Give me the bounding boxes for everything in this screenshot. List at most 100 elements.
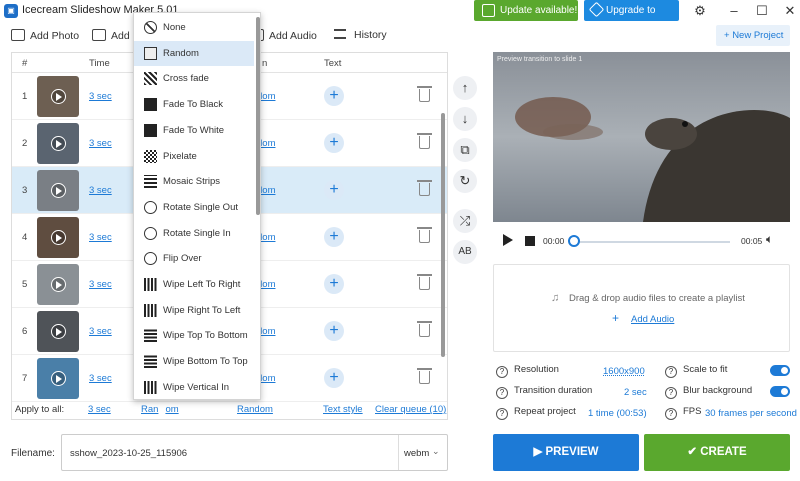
seek-handle[interactable] xyxy=(568,235,580,247)
slide-time-link[interactable]: 3 sec xyxy=(89,185,112,196)
shuffle-button[interactable]: ⤮ xyxy=(453,209,477,233)
add-folder-button[interactable]: Add F xyxy=(92,29,139,42)
dropdown-item[interactable]: Wipe Left To Right xyxy=(134,272,254,297)
trash-icon[interactable] xyxy=(417,368,432,384)
trash-icon[interactable] xyxy=(417,274,432,290)
filename-input[interactable]: sshow_2023-10-25_115906 xyxy=(70,448,187,459)
trash-icon[interactable] xyxy=(417,86,432,102)
text-style-link[interactable]: Text style xyxy=(323,404,363,415)
help-icon[interactable]: ? xyxy=(496,387,508,399)
format-select[interactable]: webm xyxy=(404,448,429,459)
add-text-plus-icon[interactable]: + xyxy=(324,274,344,294)
slide-time-link[interactable]: 3 sec xyxy=(89,91,112,102)
play-circle-icon[interactable] xyxy=(51,136,66,151)
slide-time-link[interactable]: 3 sec xyxy=(89,373,112,384)
apply-to-all-label: Apply to all: xyxy=(15,404,65,415)
play-icon[interactable] xyxy=(503,234,513,246)
crop-button[interactable]: ⧉ xyxy=(453,138,477,162)
apply-random-link[interactable]: Random xyxy=(237,404,273,415)
seek-track[interactable] xyxy=(570,241,730,243)
minimize-button[interactable]: – xyxy=(724,3,744,18)
help-icon[interactable]: ? xyxy=(496,366,508,378)
help-icon[interactable]: ? xyxy=(665,408,677,420)
settings-gear-icon[interactable]: ⚙ xyxy=(690,3,710,19)
play-circle-icon[interactable] xyxy=(51,89,66,104)
play-circle-icon[interactable] xyxy=(51,230,66,245)
apply-time-link[interactable]: 3 sec xyxy=(88,404,111,415)
dropdown-item[interactable]: Pixelate xyxy=(134,144,254,169)
volume-icon[interactable]: 🔈︎ xyxy=(766,232,773,247)
stop-icon[interactable] xyxy=(525,236,535,246)
dropdown-item[interactable]: Rotate Single In xyxy=(134,221,254,246)
resolution-value[interactable]: 1600x900 xyxy=(603,366,645,377)
dropdown-item[interactable]: Wipe Bottom To Top xyxy=(134,349,254,374)
add-text-plus-icon[interactable]: + xyxy=(324,368,344,388)
trash-icon[interactable] xyxy=(417,321,432,337)
clear-queue-link[interactable]: Clear queue (10) xyxy=(375,404,446,415)
add-text-plus-icon[interactable]: + xyxy=(324,86,344,106)
dropdown-item[interactable]: Wipe Right To Left xyxy=(134,298,254,323)
create-button[interactable]: ✔ CREATE xyxy=(644,434,790,471)
slide-time-link[interactable]: 3 sec xyxy=(89,138,112,149)
slide-thumbnail[interactable] xyxy=(37,170,79,211)
dropdown-item[interactable]: Cross fade xyxy=(134,66,254,91)
add-audio-link[interactable]: Add Audio xyxy=(631,314,674,325)
help-icon[interactable]: ? xyxy=(665,366,677,378)
dropdown-item[interactable]: Wipe Top To Bottom xyxy=(134,323,254,348)
slide-thumbnail[interactable] xyxy=(37,311,79,352)
dropdown-item[interactable]: Rotate Single Out xyxy=(134,195,254,220)
fps-value[interactable]: 30 frames per second xyxy=(705,408,797,419)
apply-transition-link[interactable]: Ran om xyxy=(141,404,179,415)
add-text-plus-icon[interactable]: + xyxy=(324,180,344,200)
slide-time-link[interactable]: 3 sec xyxy=(89,326,112,337)
upgrade-pro-button[interactable]: Upgrade to PRO xyxy=(584,0,679,37)
dropdown-item[interactable]: Wipe Vertical In xyxy=(134,375,254,399)
move-up-button[interactable]: ↑ xyxy=(453,76,477,100)
add-audio-button[interactable]: Add Audio xyxy=(256,29,317,42)
play-circle-icon[interactable] xyxy=(51,277,66,292)
dropdown-item[interactable]: Flip Over xyxy=(134,246,254,271)
slide-thumbnail[interactable] xyxy=(37,76,79,117)
dropdown-item[interactable]: Fade To White xyxy=(134,118,254,143)
add-text-plus-icon[interactable]: + xyxy=(324,321,344,341)
preview-button[interactable]: ▶ PREVIEW xyxy=(493,434,639,471)
slide-thumbnail[interactable] xyxy=(37,217,79,258)
audio-drop-zone[interactable]: ♫ Drag & drop audio files to create a pl… xyxy=(493,264,790,352)
add-photo-button[interactable]: Add Photo xyxy=(11,29,79,42)
play-circle-icon[interactable] xyxy=(51,183,66,198)
close-button[interactable]: ✕ xyxy=(780,3,800,19)
transition-duration-value[interactable]: 2 sec xyxy=(624,387,647,398)
rotate-button[interactable]: ↻ xyxy=(453,169,477,193)
play-circle-icon[interactable] xyxy=(51,324,66,339)
help-icon[interactable]: ? xyxy=(496,408,508,420)
dropdown-item[interactable]: None xyxy=(134,15,254,40)
update-available-button[interactable]: Update available! xyxy=(474,0,578,21)
trash-icon[interactable] xyxy=(417,180,432,196)
play-circle-icon[interactable] xyxy=(51,371,66,386)
maximize-button[interactable]: ☐ xyxy=(752,3,772,19)
dropdown-scrollbar[interactable] xyxy=(256,17,260,215)
move-down-button[interactable]: ↓ xyxy=(453,107,477,131)
text-ab-button[interactable]: AB xyxy=(453,240,477,264)
trash-icon[interactable] xyxy=(417,133,432,149)
help-icon[interactable]: ? xyxy=(665,387,677,399)
add-text-plus-icon[interactable]: + xyxy=(324,227,344,247)
slide-time-link[interactable]: 3 sec xyxy=(89,279,112,290)
history-button[interactable]: History xyxy=(334,29,387,41)
slide-thumbnail[interactable] xyxy=(37,264,79,305)
trash-icon[interactable] xyxy=(417,227,432,243)
new-project-button[interactable]: + New Project xyxy=(716,25,790,46)
blur-toggle[interactable] xyxy=(770,386,790,397)
slide-thumbnail[interactable] xyxy=(37,123,79,164)
slide-time-link[interactable]: 3 sec xyxy=(89,232,112,243)
slide-thumbnail[interactable] xyxy=(37,358,79,399)
dropdown-item[interactable]: Fade To Black xyxy=(134,92,254,117)
dropdown-item[interactable]: Mosaic Strips xyxy=(134,169,254,194)
repeat-value[interactable]: 1 time (00:53) xyxy=(588,408,647,419)
chevron-down-icon[interactable]: ⌄ xyxy=(432,446,440,457)
add-text-plus-icon[interactable]: + xyxy=(324,133,344,153)
scale-toggle[interactable] xyxy=(770,365,790,376)
crossfade-transition-icon xyxy=(144,72,157,86)
table-scrollbar[interactable] xyxy=(441,113,445,357)
dropdown-item[interactable]: Random xyxy=(134,40,254,66)
